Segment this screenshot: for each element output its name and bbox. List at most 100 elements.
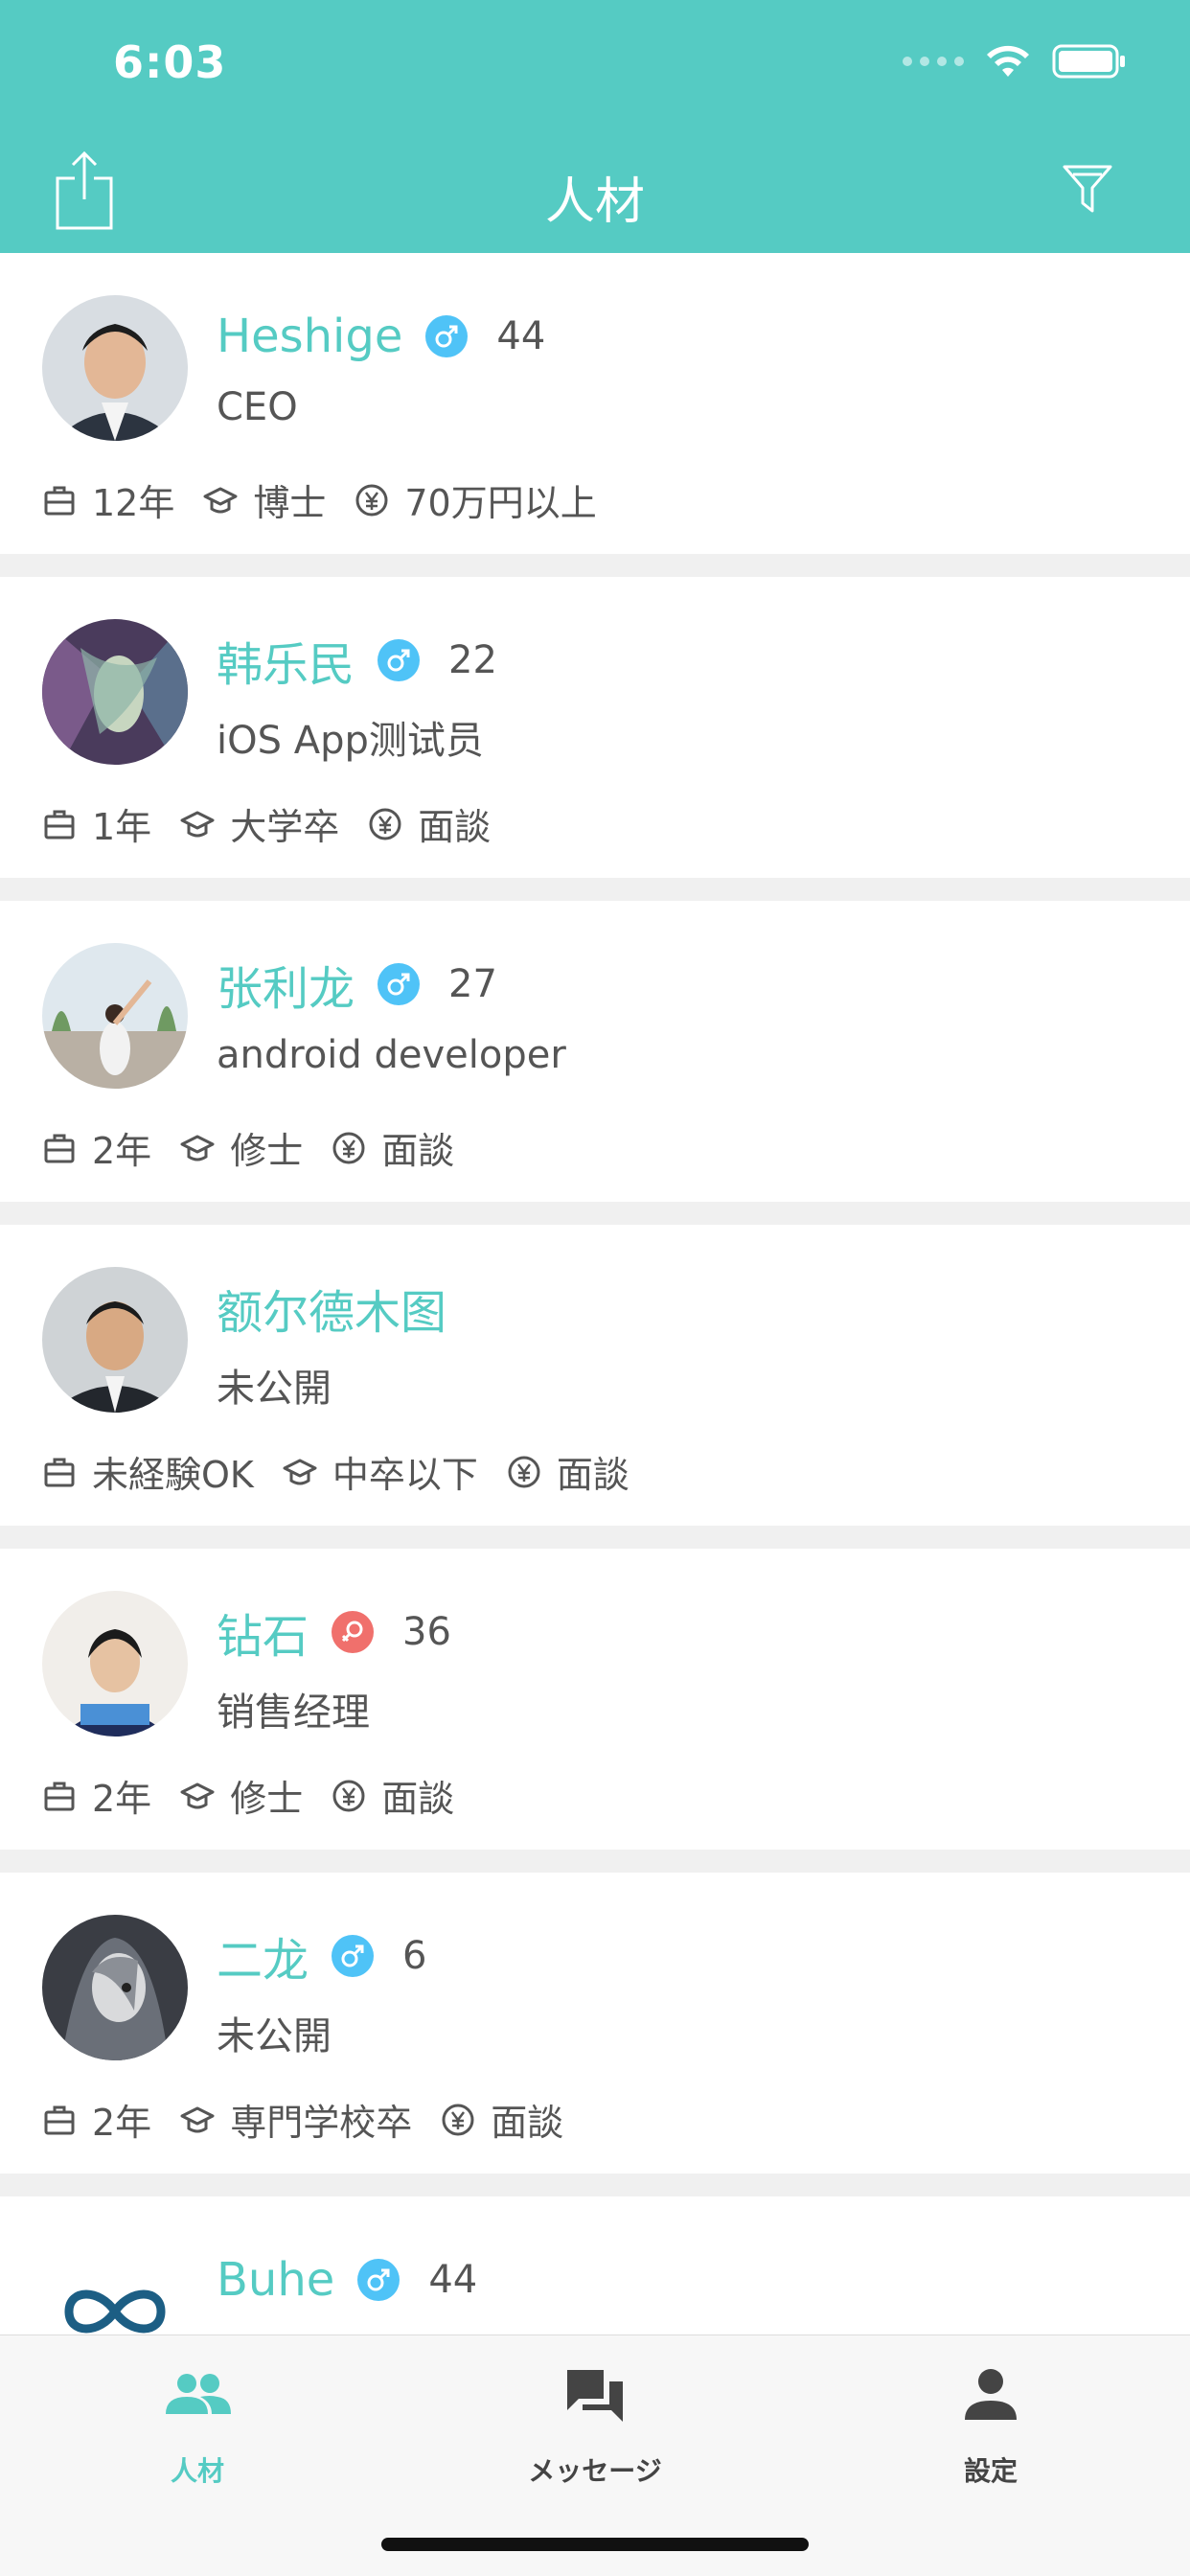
salary: 面談 (441, 2093, 563, 2146)
avatar (42, 295, 188, 441)
candidate-card[interactable]: Heshige 44 CEO 12年 博士 70万円以上 (0, 253, 1190, 554)
tab-messages[interactable]: メッセージ (480, 2360, 710, 2489)
name-row: 钻石 36 (217, 1598, 451, 1666)
experience-value: 2年 (92, 1778, 152, 1820)
candidate-title: 未公開 (217, 1367, 332, 1411)
briefcase-icon (44, 1134, 75, 1162)
education: 大学卒 (180, 797, 339, 850)
yen-icon (508, 1456, 540, 1487)
salary: 70万円以上 (355, 473, 597, 526)
avatar (42, 1267, 188, 1413)
meta-row: 2年 修士 面談 (42, 1769, 483, 1822)
candidate-list[interactable]: Heshige 44 CEO 12年 博士 70万円以上 韩乐民 22 iOS … (0, 253, 1190, 2334)
salary-value: 面談 (491, 2102, 564, 2144)
candidate-title: 销售经理 (217, 1690, 370, 1735)
tab-label: 人材 (170, 2455, 224, 2487)
candidate-name[interactable]: 韩乐民 (217, 627, 355, 694)
experience-value: 1年 (92, 806, 152, 848)
candidate-age: 44 (496, 314, 546, 358)
education-value: 中卒以下 (332, 1454, 478, 1496)
home-indicator (381, 2538, 809, 2551)
meta-row: 未経験OK 中卒以下 面談 (42, 1445, 658, 1498)
education: 修士 (180, 1121, 303, 1174)
experience-value: 未経験OK (92, 1454, 254, 1496)
candidate-age: 27 (448, 962, 497, 1006)
yen-icon (369, 808, 401, 840)
education: 中卒以下 (283, 1445, 478, 1498)
page-title: 人材 (544, 173, 645, 231)
graduation-cap-icon (180, 1135, 215, 1161)
education-value: 修士 (230, 1778, 304, 1820)
meta-row: 12年 博士 70万円以上 (42, 473, 626, 526)
people-icon (166, 2374, 231, 2414)
candidate-name[interactable]: 钻石 (217, 1598, 309, 1666)
salary: 面談 (368, 797, 491, 850)
female-icon (332, 1611, 375, 1653)
candidate-title: iOS App测试员 (217, 719, 484, 763)
experience: 未経験OK (42, 1445, 254, 1498)
battery-icon (1052, 44, 1125, 79)
yen-icon (332, 1132, 365, 1163)
avatar (42, 1591, 188, 1736)
male-icon (378, 639, 421, 681)
status-icons (903, 44, 1127, 79)
graduation-cap-icon (180, 1782, 215, 1808)
filter-icon (1063, 165, 1112, 213)
candidate-age: 36 (402, 1610, 451, 1654)
tab-label: 設定 (963, 2455, 1018, 2487)
candidate-title: android developer (217, 1033, 566, 1077)
status-bar: 6:03 (0, 0, 1190, 126)
avatar (42, 943, 188, 1089)
graduation-cap-icon (180, 2106, 215, 2132)
name-row: Buhe 44 (217, 2246, 477, 2313)
education-value: 大学卒 (230, 806, 340, 848)
education-value: 博士 (253, 482, 327, 524)
signal-icon (903, 57, 964, 66)
candidate-title: 未公開 (217, 2014, 332, 2058)
candidate-card[interactable]: 二龙 6 未公開 2年 専門学校卒 面談 (0, 1873, 1190, 2174)
candidate-name[interactable]: 二龙 (217, 1922, 309, 1990)
salary: 面談 (332, 1769, 454, 1822)
briefcase-icon (44, 1458, 75, 1486)
candidate-card[interactable]: Buhe 44 (0, 2196, 1190, 2334)
male-icon (332, 1935, 375, 1977)
education: 修士 (180, 1769, 303, 1822)
yen-icon (332, 1780, 365, 1811)
avatar (42, 2239, 188, 2334)
male-icon (357, 2259, 400, 2301)
candidate-name[interactable]: 额尔德木图 (217, 1275, 446, 1342)
graduation-cap-icon (180, 811, 215, 837)
candidate-name[interactable]: Heshige (217, 310, 402, 363)
name-row: 韩乐民 22 (217, 627, 497, 694)
candidate-card[interactable]: 钻石 36 销售经理 2年 修士 面談 (0, 1549, 1190, 1850)
experience-value: 2年 (92, 1130, 152, 1172)
experience: 1年 (42, 797, 151, 850)
meta-row: 1年 大学卒 面談 (42, 797, 519, 850)
yen-icon (442, 2104, 474, 2135)
candidate-name[interactable]: Buhe (217, 2253, 334, 2307)
name-row: 张利龙 27 (217, 951, 497, 1018)
filter-button[interactable] (1062, 163, 1113, 215)
male-icon (425, 315, 469, 357)
tab-talent[interactable]: 人材 (82, 2360, 312, 2489)
candidate-card[interactable]: 额尔德木图 未公開 未経験OK 中卒以下 面談 (0, 1225, 1190, 1526)
avatar (42, 1915, 188, 2060)
person-icon (965, 2369, 1017, 2420)
salary-value: 面談 (556, 1454, 629, 1496)
meta-row: 2年 修士 面談 (42, 1121, 483, 1174)
candidate-card[interactable]: 韩乐民 22 iOS App测试员 1年 大学卒 面談 (0, 577, 1190, 878)
graduation-cap-icon (203, 487, 238, 513)
experience: 2年 (42, 2093, 151, 2146)
tab-settings[interactable]: 設定 (876, 2360, 1106, 2489)
tab-label: メッセージ (528, 2455, 662, 2487)
candidate-card[interactable]: 张利龙 27 android developer 2年 修士 面談 (0, 901, 1190, 1202)
experience-value: 2年 (92, 2102, 152, 2144)
candidate-name[interactable]: 张利龙 (217, 951, 355, 1018)
wifi-icon (987, 45, 1029, 77)
briefcase-icon (44, 2105, 75, 2134)
education: 博士 (203, 473, 326, 526)
experience: 2年 (42, 1769, 151, 1822)
briefcase-icon (44, 486, 75, 515)
candidate-age: 6 (402, 1934, 427, 1978)
briefcase-icon (44, 810, 75, 839)
